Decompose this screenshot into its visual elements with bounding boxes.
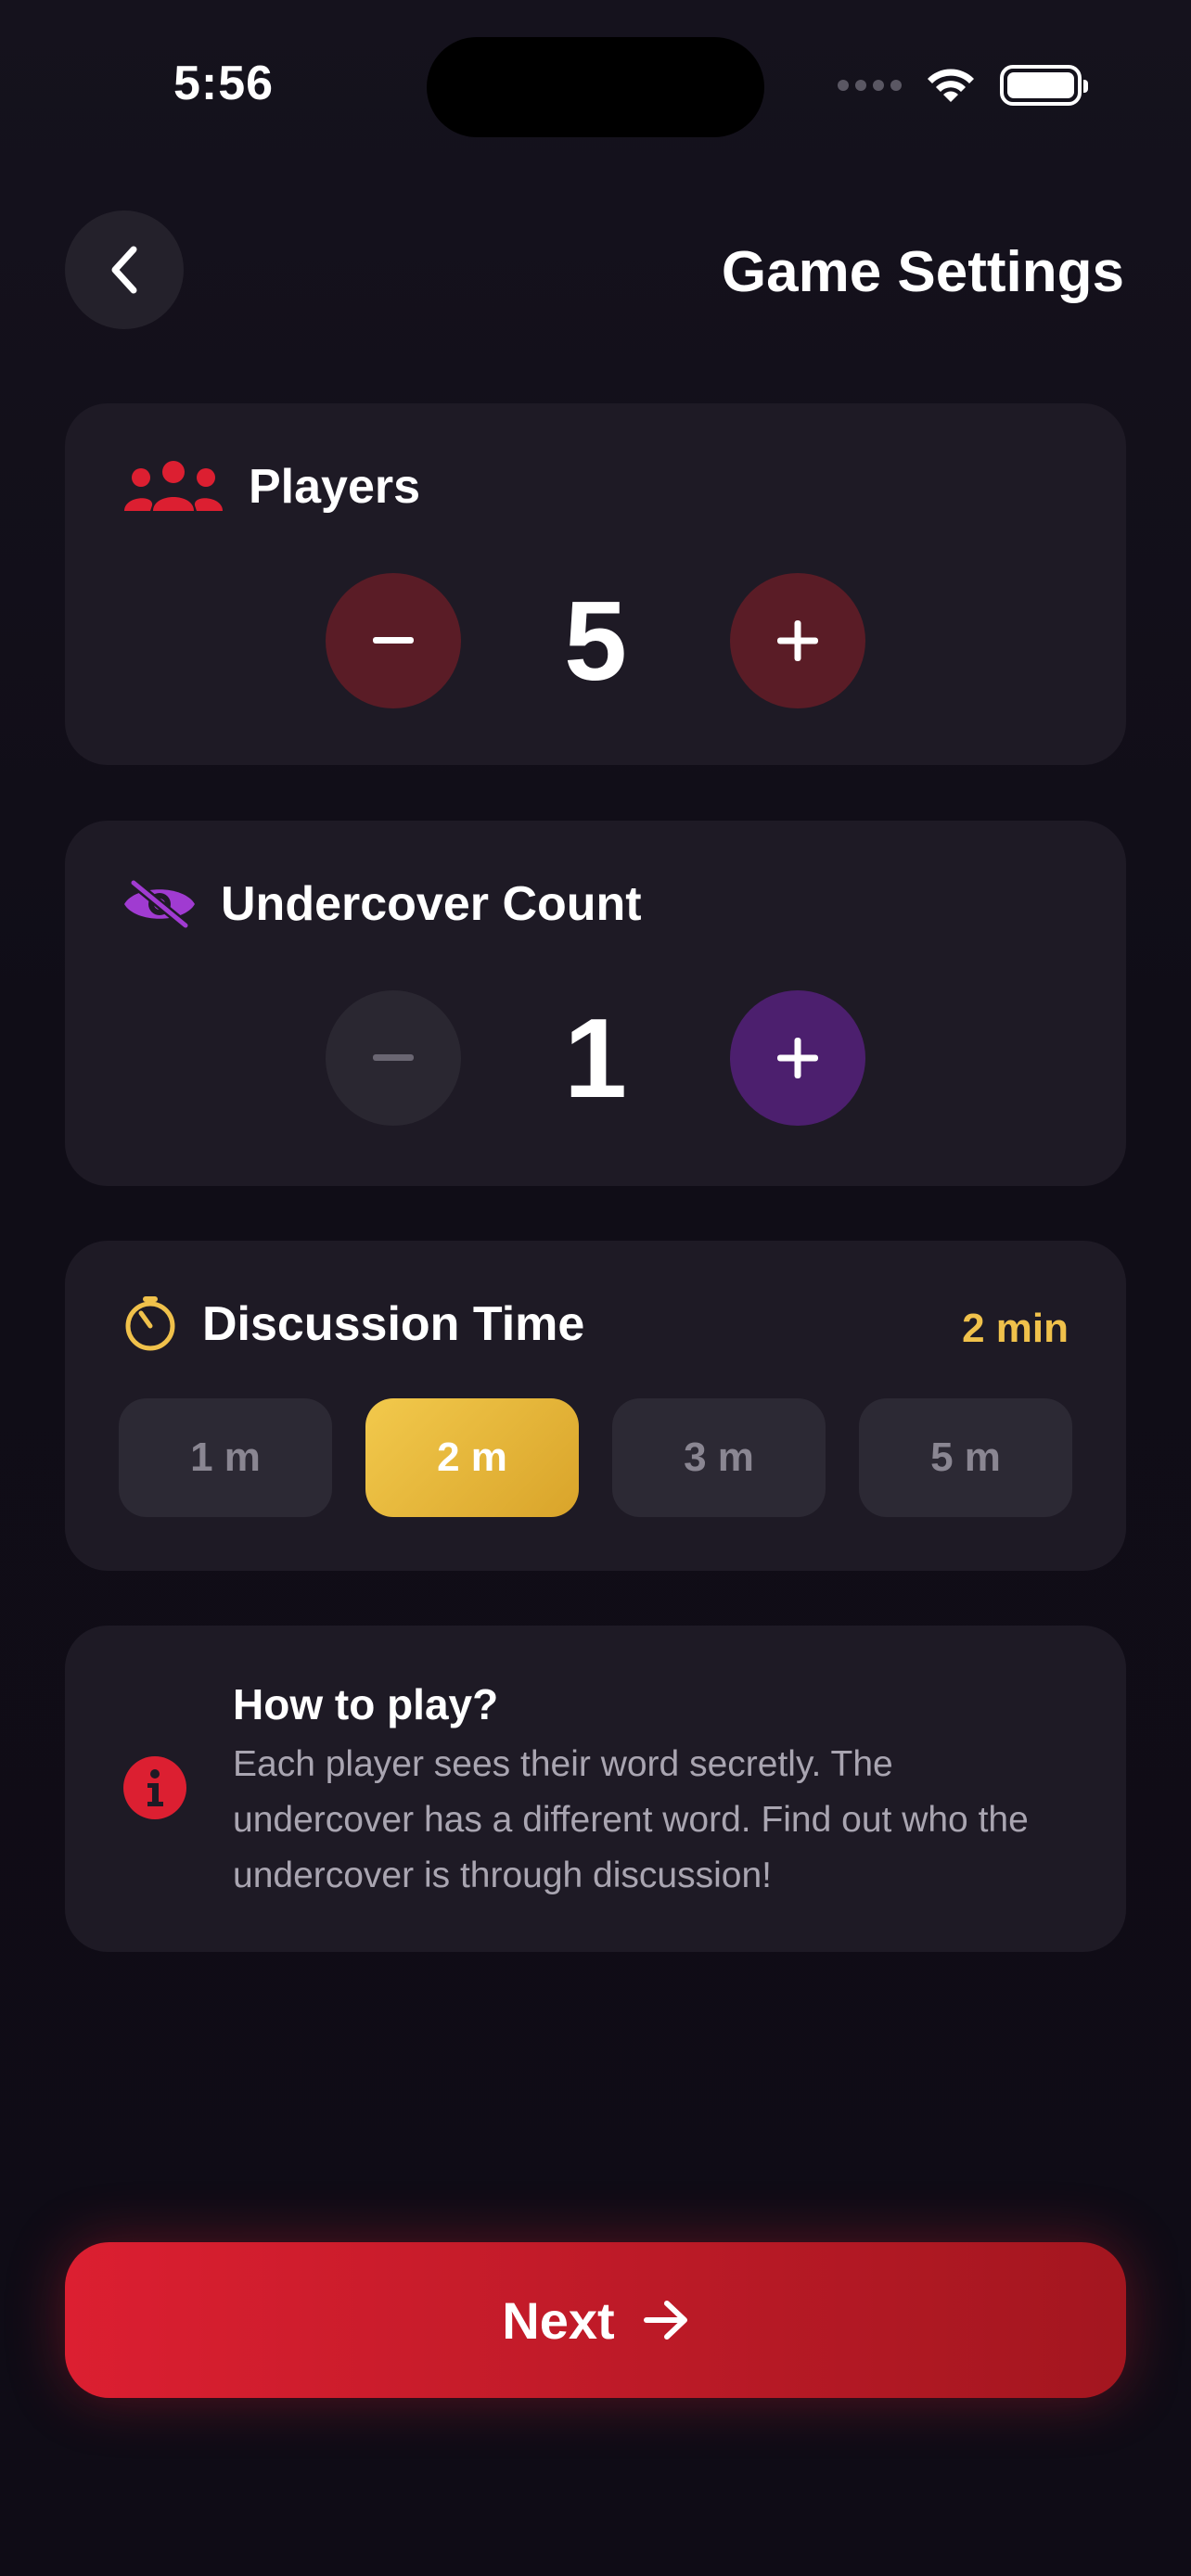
- undercover-count: 1: [564, 995, 627, 1121]
- time-option-3m[interactable]: 3 m: [612, 1398, 826, 1517]
- dynamic-island: [427, 37, 764, 137]
- wifi-icon: [928, 69, 974, 102]
- next-button[interactable]: Next: [65, 2242, 1126, 2398]
- players-count: 5: [564, 578, 627, 704]
- time-option-1m[interactable]: 1 m: [119, 1398, 332, 1517]
- page-title: Game Settings: [721, 240, 1124, 304]
- players-card: Players 5: [65, 403, 1126, 765]
- undercover-label: Undercover Count: [221, 877, 642, 931]
- next-button-label: Next: [502, 2290, 615, 2350]
- timer-icon: [125, 1296, 175, 1351]
- players-label: Players: [249, 460, 421, 514]
- discussion-time-card: Discussion Time 2 min 1 m 2 m 3 m 5 m: [65, 1241, 1126, 1571]
- status-time: 5:56: [173, 57, 275, 110]
- how-to-play-title: How to play?: [233, 1680, 499, 1728]
- undercover-stepper: 1: [65, 990, 1126, 1126]
- players-header: Players: [122, 459, 420, 515]
- info-icon: [123, 1756, 186, 1819]
- battery-icon: [1000, 65, 1088, 106]
- discussion-time-value: 2 min: [962, 1306, 1069, 1351]
- players-decrement-button[interactable]: [326, 573, 461, 708]
- time-options: 1 m 2 m 3 m 5 m: [119, 1398, 1072, 1517]
- time-option-2m[interactable]: 2 m: [365, 1398, 579, 1517]
- undercover-header: Undercover Count: [122, 876, 642, 932]
- cellular-signal-icon: [838, 80, 902, 91]
- undercover-decrement-button[interactable]: [326, 990, 461, 1126]
- game-settings-screen: 5:56 Game Settings Players 5 Undercover …: [0, 0, 1191, 2576]
- arrow-right-icon: [643, 2301, 687, 2340]
- discussion-time-label: Discussion Time: [202, 1297, 585, 1351]
- players-stepper: 5: [65, 573, 1126, 708]
- back-button[interactable]: [65, 210, 184, 329]
- chevron-left-icon: [111, 246, 137, 294]
- how-to-play-card: How to play? Each player sees their word…: [65, 1626, 1126, 1952]
- time-option-5m[interactable]: 5 m: [859, 1398, 1072, 1517]
- players-increment-button[interactable]: [730, 573, 865, 708]
- undercover-card: Undercover Count 1: [65, 821, 1126, 1186]
- minus-icon: [373, 637, 414, 644]
- plus-icon: [777, 620, 818, 661]
- status-icons: [838, 65, 1088, 106]
- undercover-increment-button[interactable]: [730, 990, 865, 1126]
- minus-icon: [373, 1054, 414, 1061]
- plus-icon: [777, 1038, 818, 1078]
- discussion-time-header: Discussion Time: [122, 1296, 584, 1352]
- users-icon: [124, 461, 223, 511]
- eye-slash-icon: [124, 879, 195, 929]
- how-to-play-text: Each player sees their word secretly. Th…: [233, 1744, 1029, 1895]
